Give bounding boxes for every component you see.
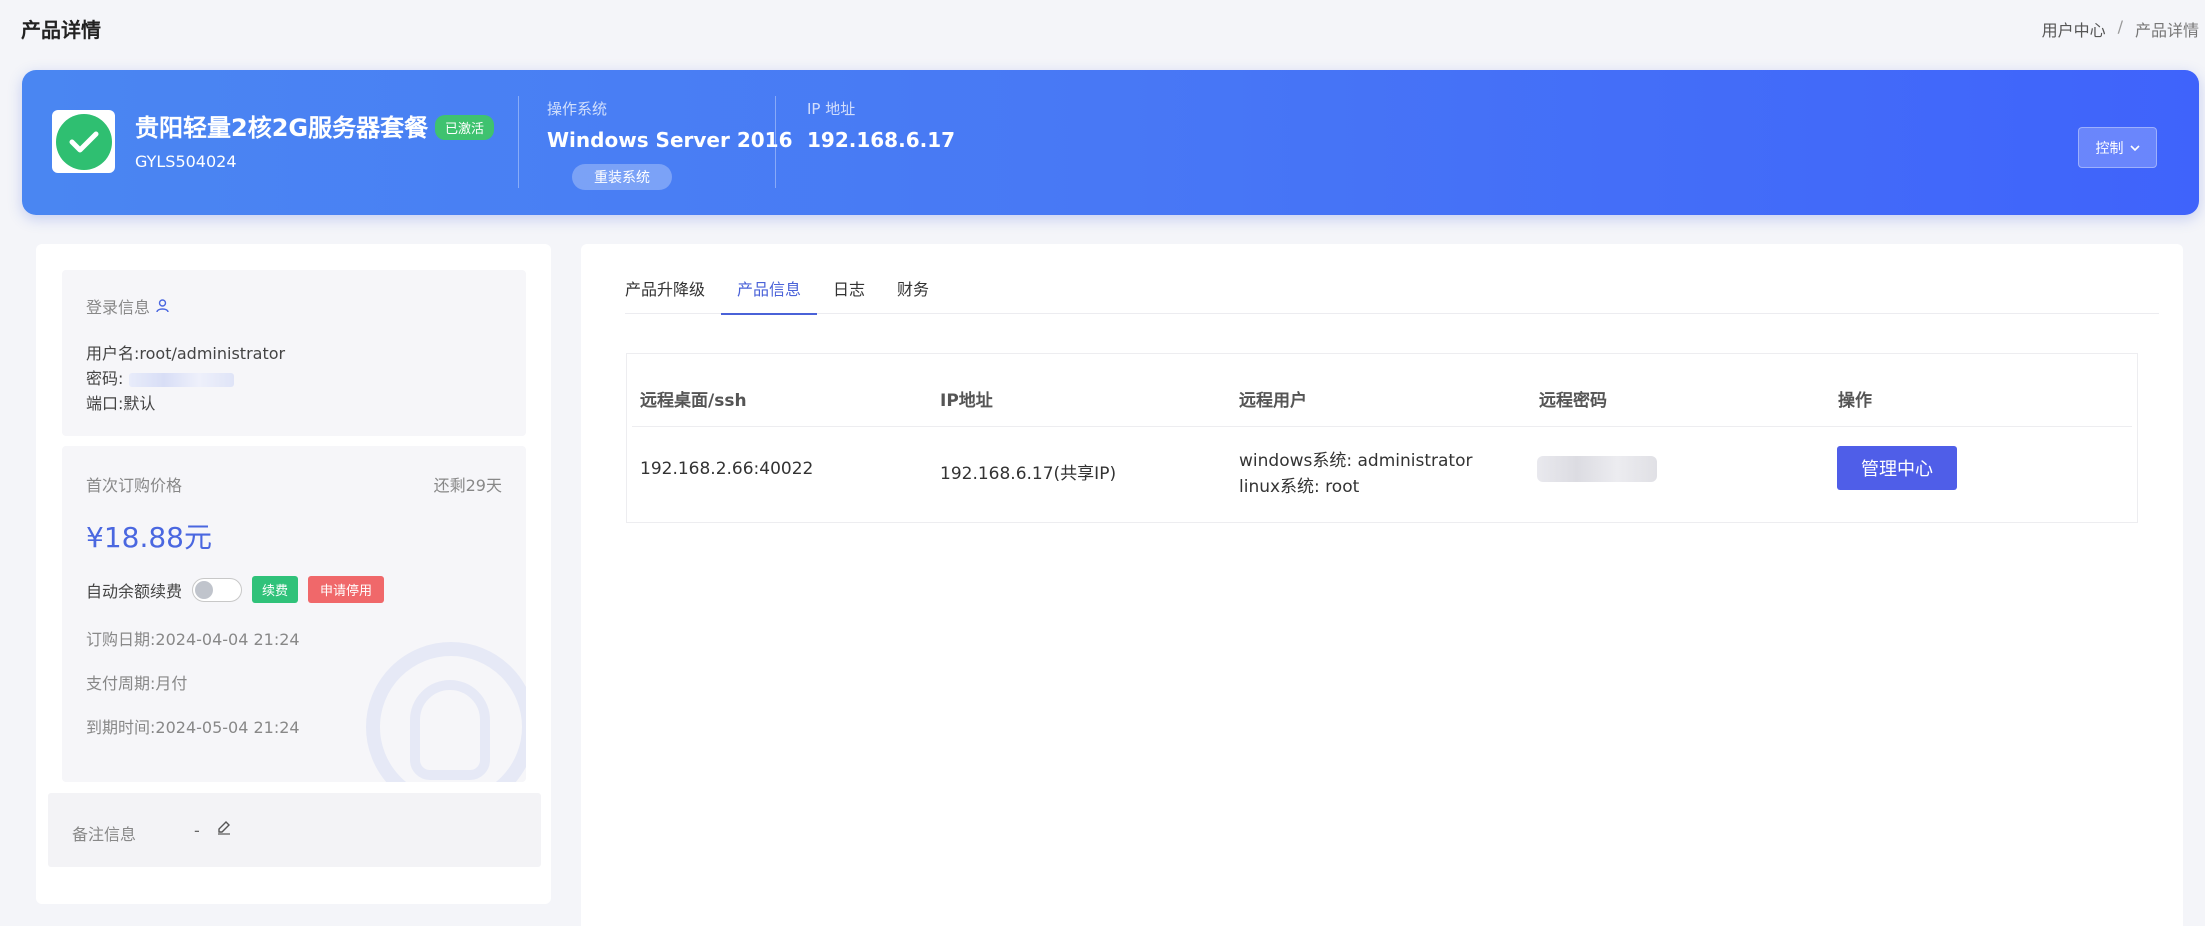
expire-label: 到期时间: [86, 718, 156, 737]
breadcrumb-home-link[interactable]: 用户中心 [2042, 17, 2106, 41]
port-value: 默认 [123, 394, 156, 413]
breadcrumb-current: 产品详情 [2134, 21, 2199, 40]
os-value: Windows Server 2016 [547, 128, 793, 152]
cycle-value: 月付 [155, 674, 188, 693]
notes-label: 备注信息 [72, 825, 137, 844]
breadcrumb: 用户中心 / 产品详情 [2042, 17, 2199, 41]
billing-panel: 首次订购价格 还剩29天 ¥18.88元 自动余额续费 续费 申请停用 订购日期… [62, 446, 526, 782]
login-info-panel: 登录信息 用户名:root/administrator 密码: 端口:默认 [62, 270, 526, 436]
username-value: root/administrator [139, 344, 286, 363]
breadcrumb-separator: / [2117, 17, 2123, 36]
port-label: 端口: [86, 394, 124, 413]
expire-line: 到期时间:2024-05-04 21:24 [86, 714, 300, 738]
password-label: 密码: [86, 369, 124, 388]
column-header: IP地址 [940, 391, 993, 411]
cycle-label: 支付周期: [86, 674, 156, 693]
user-icon [156, 299, 169, 313]
expire-value: 2024-05-04 21:24 [155, 718, 300, 737]
chevron-down-icon [2129, 144, 2140, 151]
check-circle-icon [55, 113, 112, 170]
right-detail-card: 产品升降级 产品信息 日志 财务 远程桌面/ssh IP地址 远程用户 远程密码… [581, 244, 2183, 926]
order-date-value: 2024-04-04 21:24 [155, 630, 300, 649]
order-date-label: 订购日期: [86, 630, 156, 649]
banner-divider [775, 96, 776, 188]
column-header: 远程密码 [1539, 391, 1607, 411]
tab-finance[interactable]: 财务 [881, 274, 945, 314]
remote-user-line-2: linux系统: root [1239, 477, 1360, 497]
os-label: 操作系统 [547, 100, 608, 118]
login-info-title: 登录信息 [86, 294, 169, 318]
control-label: 控制 [2095, 140, 2124, 157]
price-value: ¥18.88元 [86, 521, 212, 554]
password-hidden-value [128, 372, 234, 387]
password-line: 密码: [86, 365, 234, 389]
product-banner: 贵阳轻量2核2G服务器套餐 已激活 GYLS504024 操作系统 Window… [22, 70, 2199, 215]
reinstall-button[interactable]: 重装系统 [572, 164, 672, 190]
column-header: 远程桌面/ssh [640, 391, 747, 411]
notes-panel: 备注信息 - [48, 793, 541, 867]
tab-bar: 产品升降级 产品信息 日志 财务 [625, 274, 2159, 315]
banner-divider [518, 96, 519, 188]
column-header: 操作 [1838, 391, 1872, 411]
cycle-line: 支付周期:月付 [86, 670, 187, 694]
order-date-line: 订购日期:2024-04-04 21:24 [86, 626, 300, 650]
tab-upgrade[interactable]: 产品升降级 [625, 274, 721, 314]
auto-renew-label: 自动余额续费 [86, 581, 183, 601]
notes-value: - [194, 821, 200, 840]
edit-icon[interactable] [216, 819, 232, 835]
product-code: GYLS504024 [135, 152, 237, 171]
left-info-card: 登录信息 用户名:root/administrator 密码: 端口:默认 首次… [36, 244, 551, 904]
renew-button[interactable]: 续费 [252, 576, 299, 603]
product-name: 贵阳轻量2核2G服务器套餐 [135, 114, 429, 142]
remaining-days: 还剩29天 [433, 476, 502, 495]
login-info-label: 登录信息 [86, 298, 151, 317]
username-line: 用户名:root/administrator [86, 340, 285, 364]
auto-renew-toggle[interactable] [192, 577, 243, 602]
status-icon-box [52, 110, 115, 173]
coin-decoration-icon [366, 642, 526, 782]
auto-renew-row: 自动余额续费 续费 申请停用 [86, 576, 385, 603]
ip-value: 192.168.6.17 [807, 128, 956, 152]
ip-cell: 192.168.6.17(共享IP) [940, 464, 1117, 484]
control-dropdown-button[interactable]: 控制 [2078, 127, 2157, 168]
remote-password-hidden [1537, 456, 1657, 482]
status-badge: 已激活 [435, 115, 495, 140]
username-label: 用户名: [86, 344, 140, 363]
tab-product-info[interactable]: 产品信息 [721, 274, 818, 315]
remote-user-line-1: windows系统: administrator [1239, 451, 1473, 471]
tab-log[interactable]: 日志 [817, 274, 881, 314]
manage-center-button[interactable]: 管理中心 [1837, 446, 1957, 490]
column-header: 远程用户 [1239, 391, 1307, 411]
suspend-button[interactable]: 申请停用 [308, 576, 385, 603]
table-header-row [632, 354, 2132, 427]
port-line: 端口:默认 [86, 390, 155, 414]
page-header: 产品详情 用户中心 / 产品详情 [0, 0, 2205, 56]
price-label: 首次订购价格 [86, 476, 183, 495]
ip-label: IP 地址 [807, 100, 856, 118]
remote-info-table: 远程桌面/ssh IP地址 远程用户 远程密码 操作 192.168.2.66:… [626, 353, 2138, 523]
page-title: 产品详情 [21, 18, 101, 42]
remote-address-cell: 192.168.2.66:40022 [640, 459, 814, 479]
